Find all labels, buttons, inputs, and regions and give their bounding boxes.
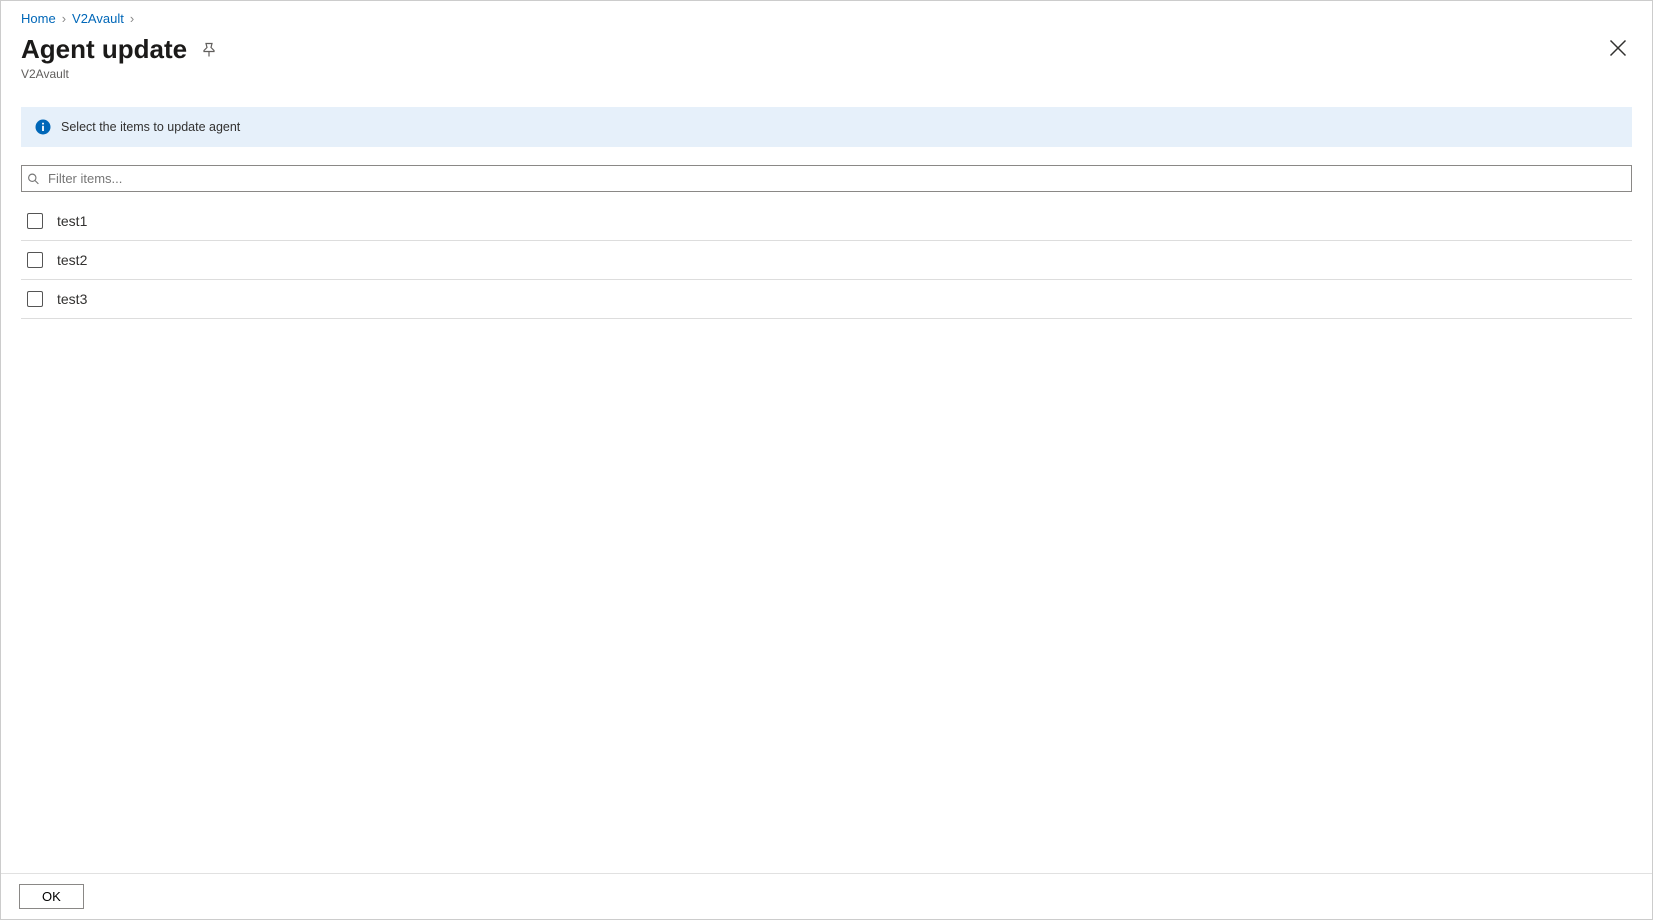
list-item-label: test3 <box>57 291 87 307</box>
content-area: Select the items to update agent test1 t… <box>1 81 1652 873</box>
info-banner-text: Select the items to update agent <box>61 120 240 134</box>
info-banner: Select the items to update agent <box>21 107 1632 147</box>
checkbox[interactable] <box>27 252 43 268</box>
checkbox[interactable] <box>27 291 43 307</box>
checkbox[interactable] <box>27 213 43 229</box>
breadcrumb-vault[interactable]: V2Avault <box>72 11 124 26</box>
list-item-label: test1 <box>57 213 87 229</box>
page-header: Agent update V2Avault <box>1 30 1652 81</box>
pin-icon[interactable] <box>201 42 217 58</box>
items-list: test1 test2 test3 <box>21 202 1632 319</box>
footer-bar: OK <box>1 873 1652 919</box>
list-item-label: test2 <box>57 252 87 268</box>
ok-button[interactable]: OK <box>19 884 84 909</box>
breadcrumb: Home › V2Avault › <box>1 1 1652 30</box>
search-icon <box>27 172 40 185</box>
page-title: Agent update <box>21 34 187 65</box>
chevron-right-icon: › <box>130 11 134 26</box>
info-icon <box>35 119 51 135</box>
breadcrumb-home[interactable]: Home <box>21 11 56 26</box>
filter-field-wrap <box>21 165 1632 192</box>
chevron-right-icon: › <box>62 11 66 26</box>
page-subtitle: V2Avault <box>21 65 1632 81</box>
filter-input[interactable] <box>21 165 1632 192</box>
list-item[interactable]: test1 <box>21 202 1632 241</box>
list-item[interactable]: test3 <box>21 280 1632 319</box>
close-button[interactable] <box>1608 38 1628 58</box>
list-item[interactable]: test2 <box>21 241 1632 280</box>
